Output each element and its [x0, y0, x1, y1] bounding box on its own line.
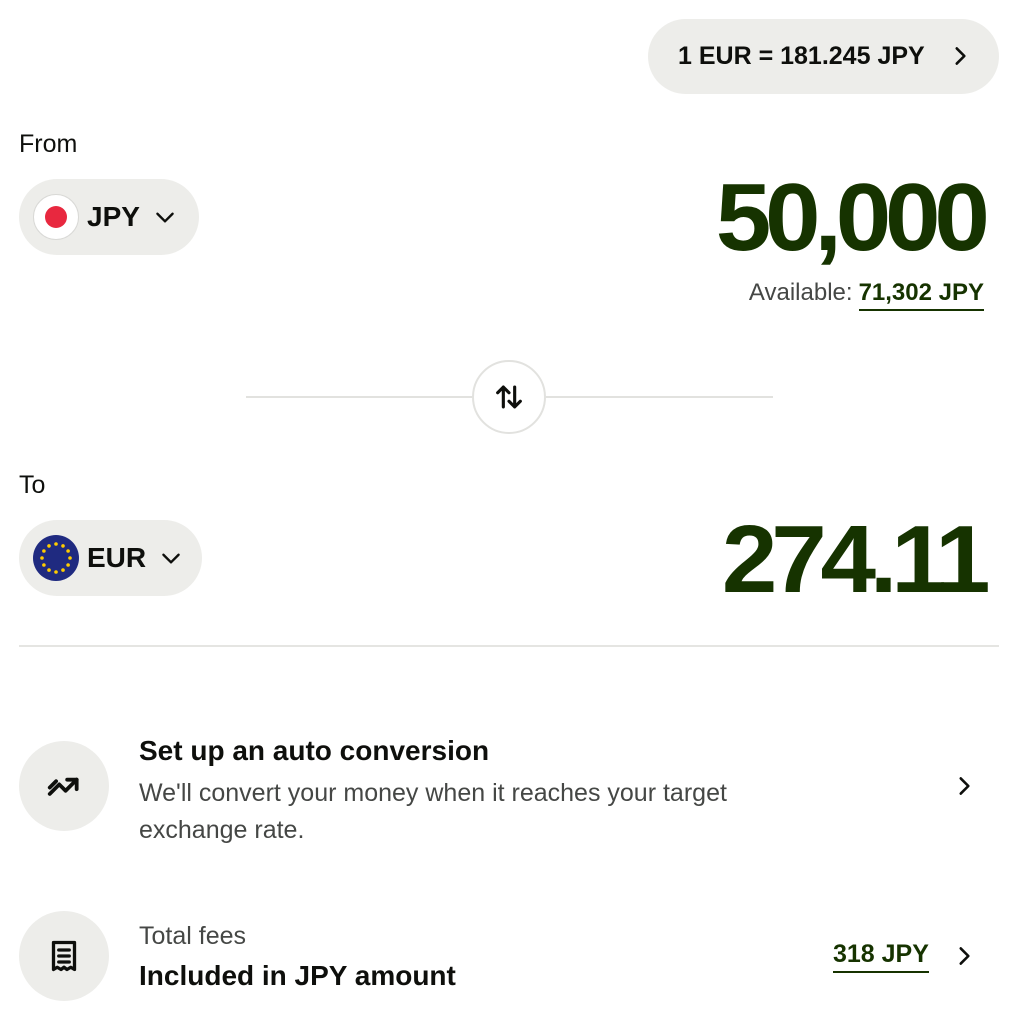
- chevron-right-icon: [959, 777, 970, 795]
- chevron-right-icon: [959, 947, 970, 965]
- fees-value-link[interactable]: 318 JPY: [833, 940, 929, 973]
- available-label: Available:: [748, 279, 853, 306]
- chevron-down-icon: [162, 553, 180, 564]
- exchange-rate-button[interactable]: 1 EUR = 181.245 JPY: [648, 19, 999, 94]
- swap-vertical-icon: [496, 385, 522, 409]
- from-amount-input[interactable]: 50,000: [716, 170, 990, 266]
- to-currency-selector[interactable]: EUR: [19, 520, 202, 596]
- receipt-icon: [51, 940, 77, 972]
- fees-title: Included in JPY amount: [139, 960, 456, 991]
- fees-icon-circle: [19, 911, 109, 1001]
- trending-up-icon: [47, 777, 79, 796]
- from-currency-selector[interactable]: JPY: [19, 179, 199, 255]
- to-amount-input[interactable]: 274.11: [722, 512, 991, 608]
- fees-label: Total fees: [139, 922, 247, 950]
- auto-conversion-title: Set up an auto conversion: [139, 735, 490, 766]
- available-balance-link[interactable]: 71,302 JPY: [858, 279, 984, 311]
- auto-conversion-icon-circle: [19, 741, 109, 831]
- from-label: From: [19, 130, 78, 158]
- eu-flag-icon: [33, 535, 79, 581]
- to-currency-code: EUR: [87, 542, 147, 573]
- chevron-down-icon: [156, 212, 174, 223]
- to-label: To: [19, 471, 46, 499]
- exchange-rate-text: 1 EUR = 181.245 JPY: [678, 42, 925, 70]
- auto-conversion-description: We'll convert your money when it reaches…: [139, 779, 727, 844]
- chevron-right-icon: [955, 47, 966, 65]
- available-balance: Available: 71,302 JPY: [749, 279, 984, 311]
- japan-flag-icon: [33, 194, 79, 240]
- swap-currencies-button[interactable]: [472, 360, 546, 434]
- section-divider: [19, 645, 999, 647]
- from-currency-code: JPY: [87, 201, 140, 232]
